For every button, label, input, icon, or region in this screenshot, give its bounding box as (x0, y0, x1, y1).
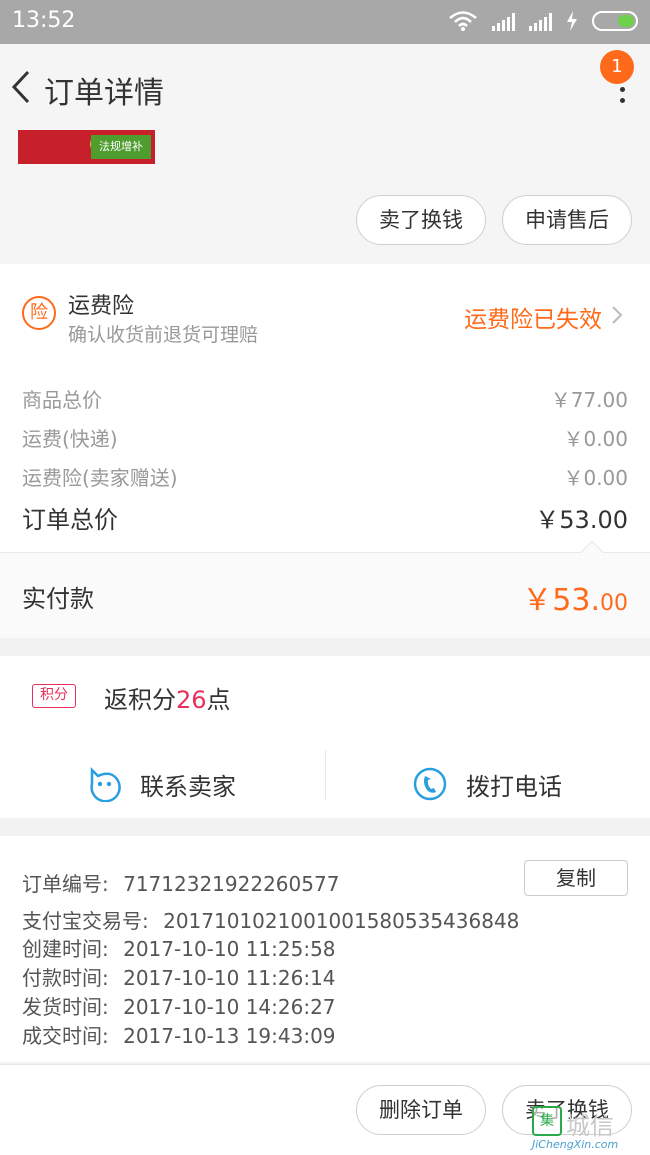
order-total-value: ￥53.00 (535, 506, 628, 534)
price-row: 商品总价 ￥77.00 (22, 384, 628, 413)
status-time: 13:52 (12, 8, 76, 33)
order-number-line: 订单编号: 71712321922260577 (22, 868, 339, 897)
points-suffix: 点 (206, 686, 231, 714)
points-text: 返积分26点 (104, 680, 231, 715)
info-label: 创建时间: (22, 937, 116, 961)
chevron-right-icon (612, 306, 623, 324)
paid-time-line: 付款时间: 2017-10-10 11:26:14 (22, 962, 336, 991)
signal-icon-2 (529, 11, 552, 31)
created-time-line: 创建时间: 2017-10-10 11:25:58 (22, 933, 336, 962)
watermark-logo: 集 (532, 1106, 562, 1136)
contact-seller-button[interactable]: 联系卖家 (86, 752, 236, 816)
order-total-label: 订单总价 (22, 506, 118, 534)
sell-for-cash-button[interactable]: 卖了换钱 (356, 195, 486, 245)
delete-order-button[interactable]: 删除订单 (356, 1085, 486, 1135)
paid-value-cents: 00 (600, 591, 628, 616)
contact-seller-label: 联系卖家 (140, 772, 236, 801)
product-thumbnail-label: 法规增补 (91, 135, 151, 159)
points-contact-card: 积分 返积分26点 联系卖家 拨打电话 (0, 656, 650, 818)
price-value: ￥0.00 (563, 466, 628, 490)
points-prefix: 返积分 (104, 686, 176, 714)
chat-bubble-icon (90, 766, 121, 802)
insurance-subtitle: 确认收货前退货可理赔 (68, 324, 259, 346)
status-bar: 13:52 (0, 0, 650, 44)
price-value: ￥77.00 (550, 388, 628, 412)
insurance-title: 运费险 (68, 294, 135, 319)
alipay-trade-line: 支付宝交易号: 2017101021001001580535436848 (22, 905, 519, 934)
info-value: 2017-10-10 11:25:58 (123, 937, 336, 961)
info-value: 2017101021001001580535436848 (163, 909, 520, 933)
price-card: 险 运费险 确认收货前退货可理赔 运费险已失效 商品总价 ￥77.00 运费(快… (0, 264, 650, 552)
watermark-text: 城信 (566, 1112, 614, 1140)
insurance-status[interactable]: 运费险已失效 (464, 300, 602, 334)
back-arrow-icon[interactable] (6, 66, 46, 106)
info-label: 发货时间: (22, 995, 116, 1019)
insurance-icon: 险 (22, 296, 56, 330)
price-row: 运费险(卖家赠送) ￥0.00 (22, 462, 628, 491)
completed-time-line: 成交时间: 2017-10-13 19:43:09 (22, 1020, 336, 1049)
price-value: ￥0.00 (563, 427, 628, 451)
signal-icon (492, 11, 515, 31)
info-value: 2017-10-10 14:26:27 (123, 995, 336, 1019)
price-label: 商品总价 (22, 388, 102, 412)
watermark-url: JiChengXin.com (532, 1138, 619, 1151)
call-phone-button[interactable]: 拨打电话 (412, 752, 562, 816)
paid-label: 实付款 (22, 585, 94, 613)
info-value: 2017-10-13 19:43:09 (123, 1024, 336, 1048)
paid-amount-row: 实付款 ￥53.00 (0, 540, 650, 638)
paid-value-main: ￥53. (522, 583, 600, 618)
info-label: 付款时间: (22, 966, 116, 990)
order-total-row: 订单总价 ￥53.00 (22, 500, 628, 535)
info-value: 2017-10-10 11:26:14 (123, 966, 336, 990)
price-label: 运费险(卖家赠送) (22, 466, 178, 490)
shipped-time-line: 发货时间: 2017-10-10 14:26:27 (22, 991, 336, 1020)
notification-badge: 1 (600, 50, 634, 84)
watermark: 集 城信 JiChengXin.com (532, 1104, 644, 1154)
apply-after-sale-button[interactable]: 申请售后 (502, 195, 632, 245)
divider (325, 750, 326, 800)
battery-icon (592, 11, 638, 31)
page-title: 订单详情 (44, 76, 164, 111)
call-phone-label: 拨打电话 (466, 772, 562, 801)
product-thumbnail[interactable]: 法规增补 (18, 130, 155, 164)
pointer-caret-icon (580, 540, 604, 554)
charging-icon (567, 11, 577, 31)
info-label: 成交时间: (22, 1024, 116, 1048)
points-number: 26 (176, 686, 207, 714)
status-icons (448, 10, 638, 32)
paid-value: ￥53.00 (522, 575, 628, 619)
price-label: 运费(快递) (22, 427, 118, 451)
copy-button[interactable]: 复制 (524, 860, 628, 896)
points-tag: 积分 (32, 684, 76, 708)
phone-icon (413, 767, 447, 801)
order-info-card: 订单编号: 71712321922260577 复制 支付宝交易号: 20171… (0, 836, 650, 1062)
wifi-icon (449, 11, 477, 31)
header: 订单详情 1 法规增补 卖了换钱 申请售后 (0, 44, 650, 264)
info-label: 订单编号: (22, 872, 116, 896)
price-row: 运费(快递) ￥0.00 (22, 423, 628, 452)
info-label: 支付宝交易号: (22, 909, 156, 933)
info-value: 71712321922260577 (123, 872, 340, 896)
